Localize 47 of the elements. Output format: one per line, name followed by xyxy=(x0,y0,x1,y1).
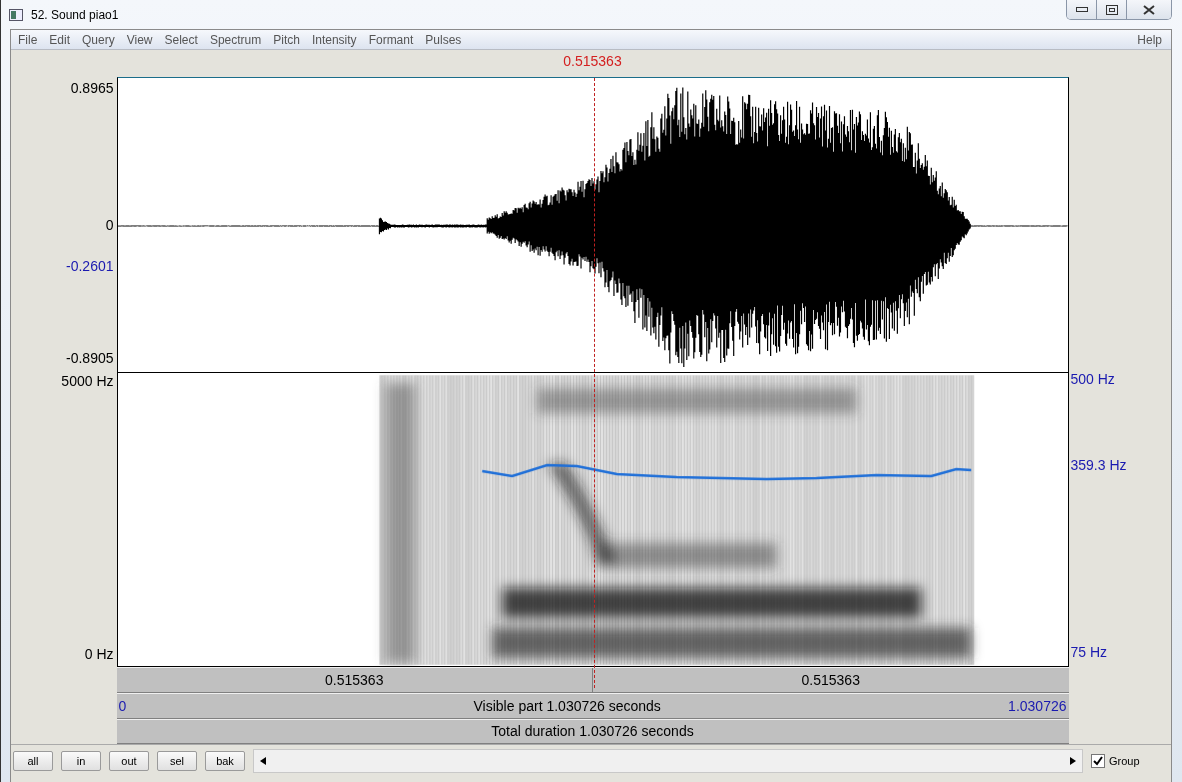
minimize-button[interactable] xyxy=(1067,0,1097,19)
group-label: Group xyxy=(1109,755,1140,767)
zoom-button[interactable]: in xyxy=(61,751,101,771)
cursor-time-label: 0.515363 xyxy=(562,52,623,71)
menu-item[interactable]: Edit xyxy=(44,32,76,47)
help-menu[interactable]: Help xyxy=(1132,32,1167,47)
amplitude-zero-label: 0 xyxy=(105,217,114,233)
zoom-button[interactable]: sel xyxy=(157,751,197,771)
frequency-min-label: 0 Hz xyxy=(84,646,114,662)
time-segment[interactable]: 0.515363 xyxy=(116,668,593,693)
time-segment[interactable]: 0.515363 xyxy=(593,668,1069,693)
cursor-amplitude-label: -0.2601 xyxy=(66,258,114,274)
menu-item[interactable]: Intensity xyxy=(306,32,362,47)
menu-item[interactable]: File xyxy=(13,32,43,47)
frequency-max-label: 5000 Hz xyxy=(61,373,114,389)
scroll-right-icon[interactable] xyxy=(1070,757,1076,765)
close-icon xyxy=(1143,4,1155,15)
app-icon xyxy=(9,8,23,21)
total-duration-label: Total duration 1.030726 seconds xyxy=(491,723,694,740)
visible-part-label: Visible part 1.030726 seconds xyxy=(473,697,661,714)
visible-part-bar[interactable]: 0 Visible part 1.030726 seconds 1.030726 xyxy=(116,693,1069,719)
visible-start-label: 0 xyxy=(118,697,127,714)
menu-item[interactable]: Formant xyxy=(363,32,419,47)
menu-item[interactable]: View xyxy=(121,32,158,47)
menu-item[interactable]: Spectrum xyxy=(204,32,267,47)
pitch-max-label: 500 Hz xyxy=(1070,371,1115,387)
scrollbar[interactable] xyxy=(253,749,1083,773)
maximize-button[interactable] xyxy=(1097,0,1127,19)
zoom-button[interactable]: bak xyxy=(205,751,245,771)
maximize-icon xyxy=(1105,4,1118,15)
zoom-button[interactable]: all xyxy=(13,751,53,771)
visible-end-label: 1.030726 xyxy=(1008,697,1067,714)
minimize-icon xyxy=(1075,6,1088,13)
group-checkbox[interactable] xyxy=(1091,754,1105,768)
menu-item[interactable]: Select xyxy=(159,32,203,47)
menu-item[interactable]: Query xyxy=(77,32,120,47)
close-button[interactable] xyxy=(1127,0,1171,19)
total-duration-bar[interactable]: Total duration 1.030726 seconds xyxy=(116,718,1069,744)
menu-item[interactable]: Pulses xyxy=(420,32,467,47)
pitch-value-label: 359.3 Hz xyxy=(1070,457,1127,473)
scroll-left-icon[interactable] xyxy=(260,757,266,765)
menu-item[interactable]: Pitch xyxy=(268,32,305,47)
zoom-button[interactable]: out xyxy=(109,751,149,771)
pitch-min-label: 75 Hz xyxy=(1070,644,1108,660)
amplitude-max-label: 0.8965 xyxy=(70,80,114,96)
window-title: 52. Sound piao1 xyxy=(31,7,119,22)
amplitude-min-label: -0.8905 xyxy=(66,350,114,366)
